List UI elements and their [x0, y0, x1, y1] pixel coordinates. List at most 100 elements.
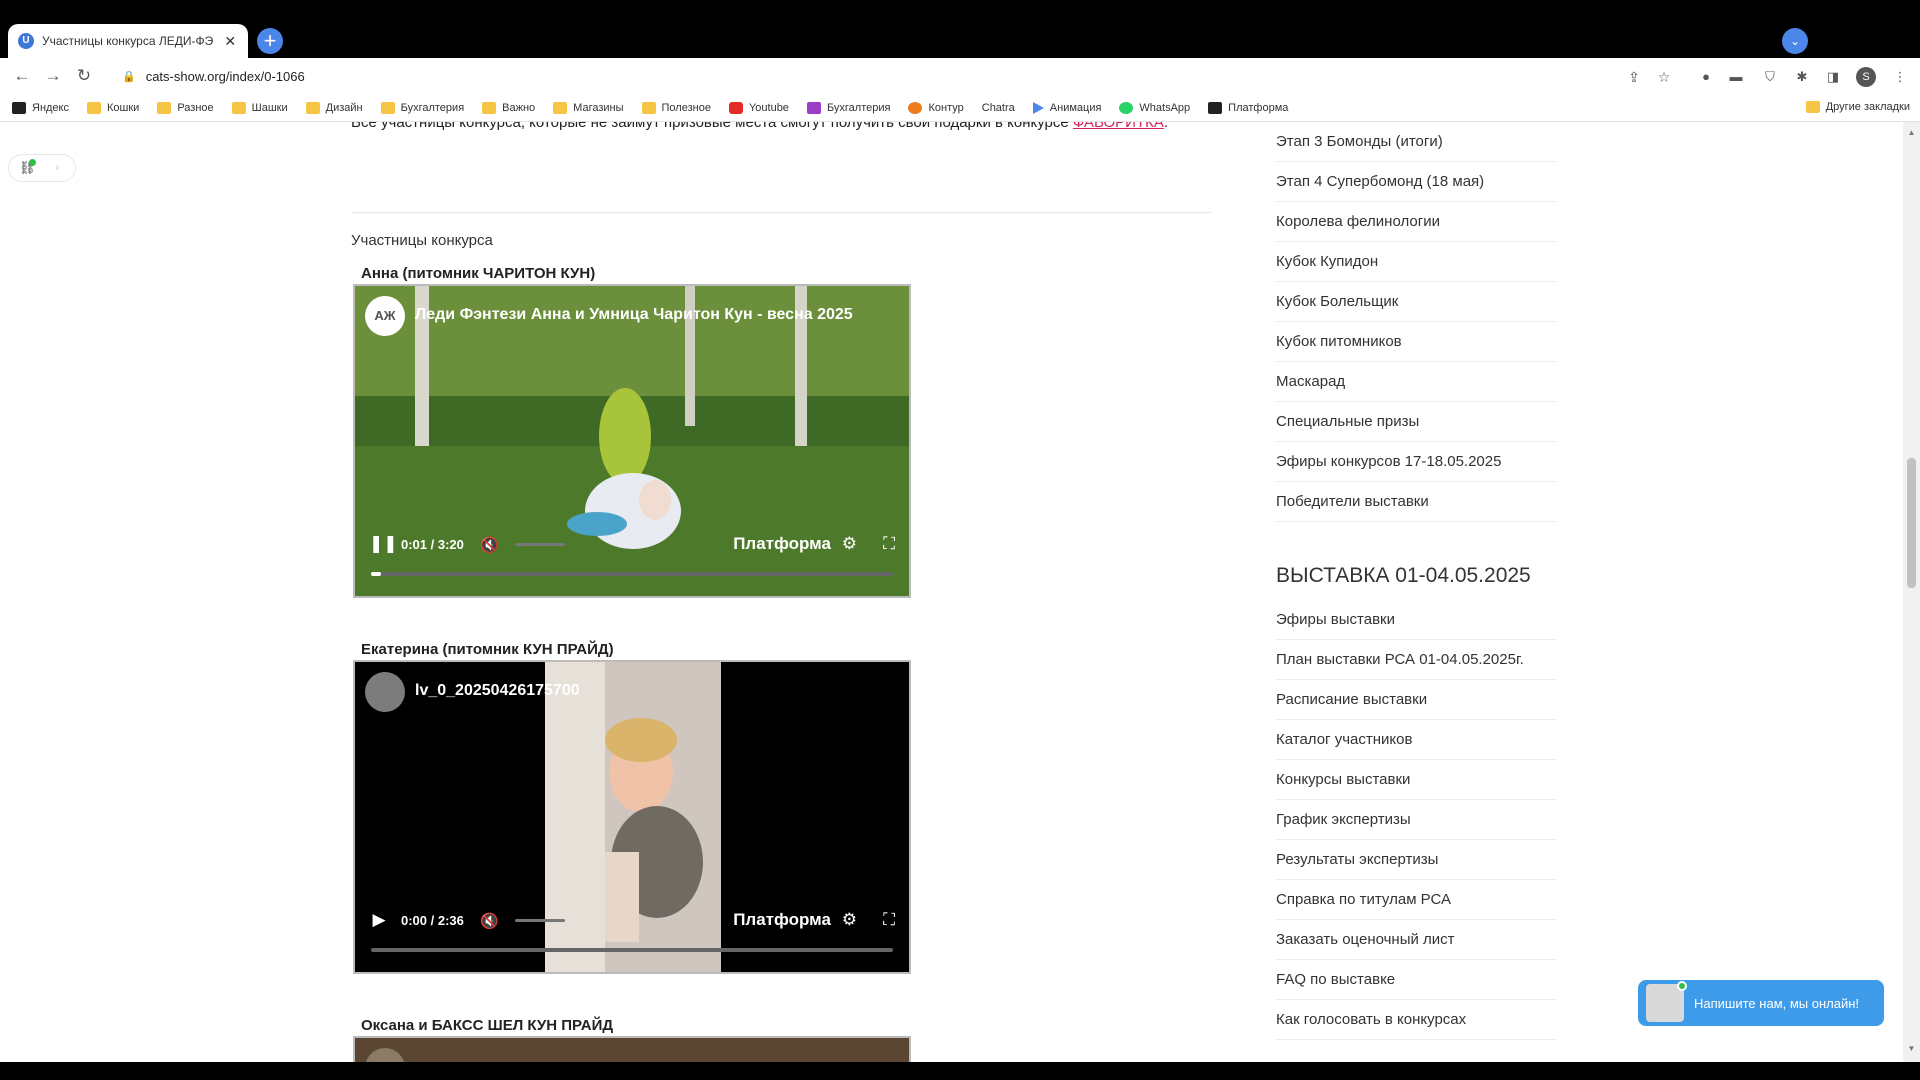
sidebar-link[interactable]: Эфиры выставки	[1276, 600, 1556, 640]
chat-widget-text: Напишите нам, мы онлайн!	[1694, 995, 1860, 1011]
video-player[interactable]: АЖ Леди Фэнтези Анна и Умница Чаритон Ку…	[353, 284, 911, 598]
bookmark-label: Разное	[177, 101, 214, 114]
scroll-up-icon[interactable]: ▲	[1907, 128, 1916, 137]
bookmark-label: Шашки	[251, 101, 288, 114]
extension-red-icon[interactable]: ●	[1696, 68, 1716, 86]
bookmark-item[interactable]: Анимация	[1032, 101, 1102, 114]
gear-icon[interactable]: ⚙	[842, 910, 857, 930]
active-tab[interactable]: U Участницы конкурса ЛЕДИ-ФЭ ✕	[8, 24, 248, 58]
sidebar-link[interactable]: Расписание выставки	[1276, 680, 1556, 720]
page-scrollbar[interactable]: ▲ ▼	[1903, 122, 1920, 1062]
shield-icon[interactable]: ⛉	[1760, 68, 1780, 86]
volume-slider[interactable]	[515, 543, 565, 546]
video-title[interactable]: Леди Фэнтези Анна и Умница Чаритон Кун -…	[415, 306, 853, 324]
bookmark-item[interactable]: Бухгалтерия	[380, 101, 465, 114]
sidebar-link[interactable]: Кубок Болельщик	[1276, 282, 1556, 322]
bookmark-label: Анимация	[1049, 101, 1102, 114]
volume-slider[interactable]	[515, 919, 565, 922]
sidebar-link[interactable]: Кубок Купидон	[1276, 242, 1556, 282]
channel-avatar-cat[interactable]	[365, 672, 405, 712]
menu-dots-icon[interactable]: ⋮	[1890, 68, 1910, 86]
scroll-down-icon[interactable]: ▼	[1907, 1044, 1916, 1053]
mute-icon[interactable]: 🔇	[480, 912, 499, 930]
bookmark-item[interactable]: Chatra	[981, 101, 1651, 965]
online-dot-icon	[29, 159, 36, 166]
intro-period: .	[1163, 122, 1169, 131]
sidebar-link[interactable]: График экспертизы	[1276, 800, 1556, 840]
address-bar[interactable]: 🔒 cats-show.org/index/0-1066 ⇪ ☆	[108, 62, 1698, 90]
bookmark-item[interactable]: Магазины	[553, 101, 624, 114]
channel-avatar[interactable]: АЖ	[365, 296, 405, 336]
tab-search-button[interactable]: ⌄	[1782, 28, 1808, 54]
bookmark-star-icon[interactable]: ☆	[1653, 66, 1675, 88]
close-tab-icon[interactable]: ✕	[222, 33, 238, 50]
reload-icon[interactable]: ↻	[72, 64, 96, 88]
video-player[interactable]: lv_0_20250426175700 ▶ 0:00 / 2:36 🔇 Плат…	[353, 660, 911, 974]
bookmark-item[interactable]: Разное	[157, 101, 214, 114]
sidebar-link[interactable]: Как голосовать в конкурсах	[1276, 1000, 1556, 1040]
other-bookmarks[interactable]: Другие закладки	[1805, 101, 1910, 113]
chat-widget-button[interactable]: Напишите нам, мы онлайн!	[1638, 980, 1884, 1026]
bookmark-label: Платформа	[1228, 101, 1289, 114]
bookmark-label: Бухгалтерия	[400, 101, 465, 114]
favoritka-link[interactable]: ФАВОРИТКА	[1073, 122, 1164, 131]
sidebar-link[interactable]: FAQ по выставке	[1276, 960, 1556, 1000]
scroll-thumb[interactable]	[1907, 458, 1916, 588]
entry-label: Анна (питомник ЧАРИТОН КУН)	[361, 265, 596, 282]
sidebar-link[interactable]: План выставки РСА 01-04.05.2025г.	[1276, 640, 1556, 680]
extension-gray-icon[interactable]: ▬	[1726, 68, 1746, 86]
bookmark-item[interactable]: Шашки	[231, 101, 288, 114]
play-icon[interactable]: ▶	[369, 910, 389, 930]
bookmark-item[interactable]: WhatsApp	[1119, 101, 1190, 114]
sidebar-link[interactable]: Королева фелинологии	[1276, 202, 1556, 242]
bookmark-item[interactable]: Платформа	[1208, 101, 1289, 114]
bookmark-item[interactable]: Яндекс	[12, 101, 69, 114]
puzzle-extensions-icon[interactable]: ✱	[1792, 68, 1812, 86]
bookmark-item[interactable]: Дизайн	[305, 101, 363, 114]
bookmark-folder-icon	[553, 101, 568, 114]
sidebar-link[interactable]: Каталог участников	[1276, 720, 1556, 760]
video-time: 0:00 / 2:36	[401, 913, 464, 928]
fullscreen-icon[interactable]: ⛶	[883, 910, 895, 930]
new-tab-button[interactable]: +	[257, 28, 283, 54]
other-bookmarks-label: Другие закладки	[1825, 101, 1910, 113]
sidebar-link[interactable]: Победители выставки	[1276, 482, 1556, 522]
fullscreen-icon[interactable]: ⛶	[883, 534, 895, 554]
bookmark-item[interactable]: Контур	[908, 101, 964, 114]
sidebar-link[interactable]: Специальные призы	[1276, 402, 1556, 442]
platform-logo: Платформа	[733, 910, 831, 929]
bookmark-label: Chatra	[981, 101, 1015, 114]
bookmark-red-icon	[728, 101, 743, 114]
sidebar-link[interactable]: Кубок питомников	[1276, 322, 1556, 362]
side-panel-icon[interactable]: ◨	[1823, 68, 1843, 86]
bookmark-label: Магазины	[573, 101, 624, 114]
floating-share-widget[interactable]: ⛓ ›	[8, 154, 76, 182]
sidebar-link[interactable]: Этап 3 Бомонды (итоги)	[1276, 122, 1556, 162]
video-progress-bar[interactable]	[371, 572, 893, 576]
sidebar-link[interactable]: Справка по титулам РСА	[1276, 880, 1556, 920]
gear-icon[interactable]: ⚙	[842, 534, 857, 554]
sidebar-link[interactable]: Этап 4 Супербомонд (18 мая)	[1276, 162, 1556, 202]
url-text: cats-show.org/index/0-1066	[145, 68, 305, 84]
bookmark-item[interactable]: Полезное	[641, 101, 711, 114]
sidebar-link[interactable]: Маскарад	[1276, 362, 1556, 402]
bookmark-item[interactable]: Кошки	[87, 101, 139, 114]
video-title[interactable]: lv_0_20250426175700	[415, 682, 580, 700]
sidebar-link[interactable]: Эфиры конкурсов 17-18.05.2025	[1276, 442, 1556, 482]
sidebar-link[interactable]: Заказать оценочный лист	[1276, 920, 1556, 960]
video-progress-bar[interactable]	[371, 948, 893, 952]
sidebar-link[interactable]: Конкурсы выставки	[1276, 760, 1556, 800]
sidebar-link[interactable]: Результаты экспертизы	[1276, 840, 1556, 880]
bookmark-dark-icon	[1208, 101, 1223, 114]
bookmark-item[interactable]: Youtube	[728, 101, 789, 114]
mute-icon[interactable]: 🔇	[480, 536, 499, 554]
back-arrow-icon[interactable]: ←	[10, 64, 34, 88]
video-player[interactable]	[353, 1036, 911, 1062]
profile-avatar[interactable]: S	[1856, 67, 1876, 87]
pause-icon[interactable]: ❚❚	[369, 534, 398, 554]
bookmark-item[interactable]: Важно	[482, 101, 535, 114]
share-icon[interactable]: ⇪	[1623, 66, 1645, 88]
bookmarks-list: Яндекс Кошки Разное Шашки Дизайн Бухгалтерия В…	[12, 101, 1651, 965]
forward-arrow-icon[interactable]: →	[41, 64, 65, 88]
bookmark-item[interactable]: Бухгалтерия	[806, 101, 890, 114]
